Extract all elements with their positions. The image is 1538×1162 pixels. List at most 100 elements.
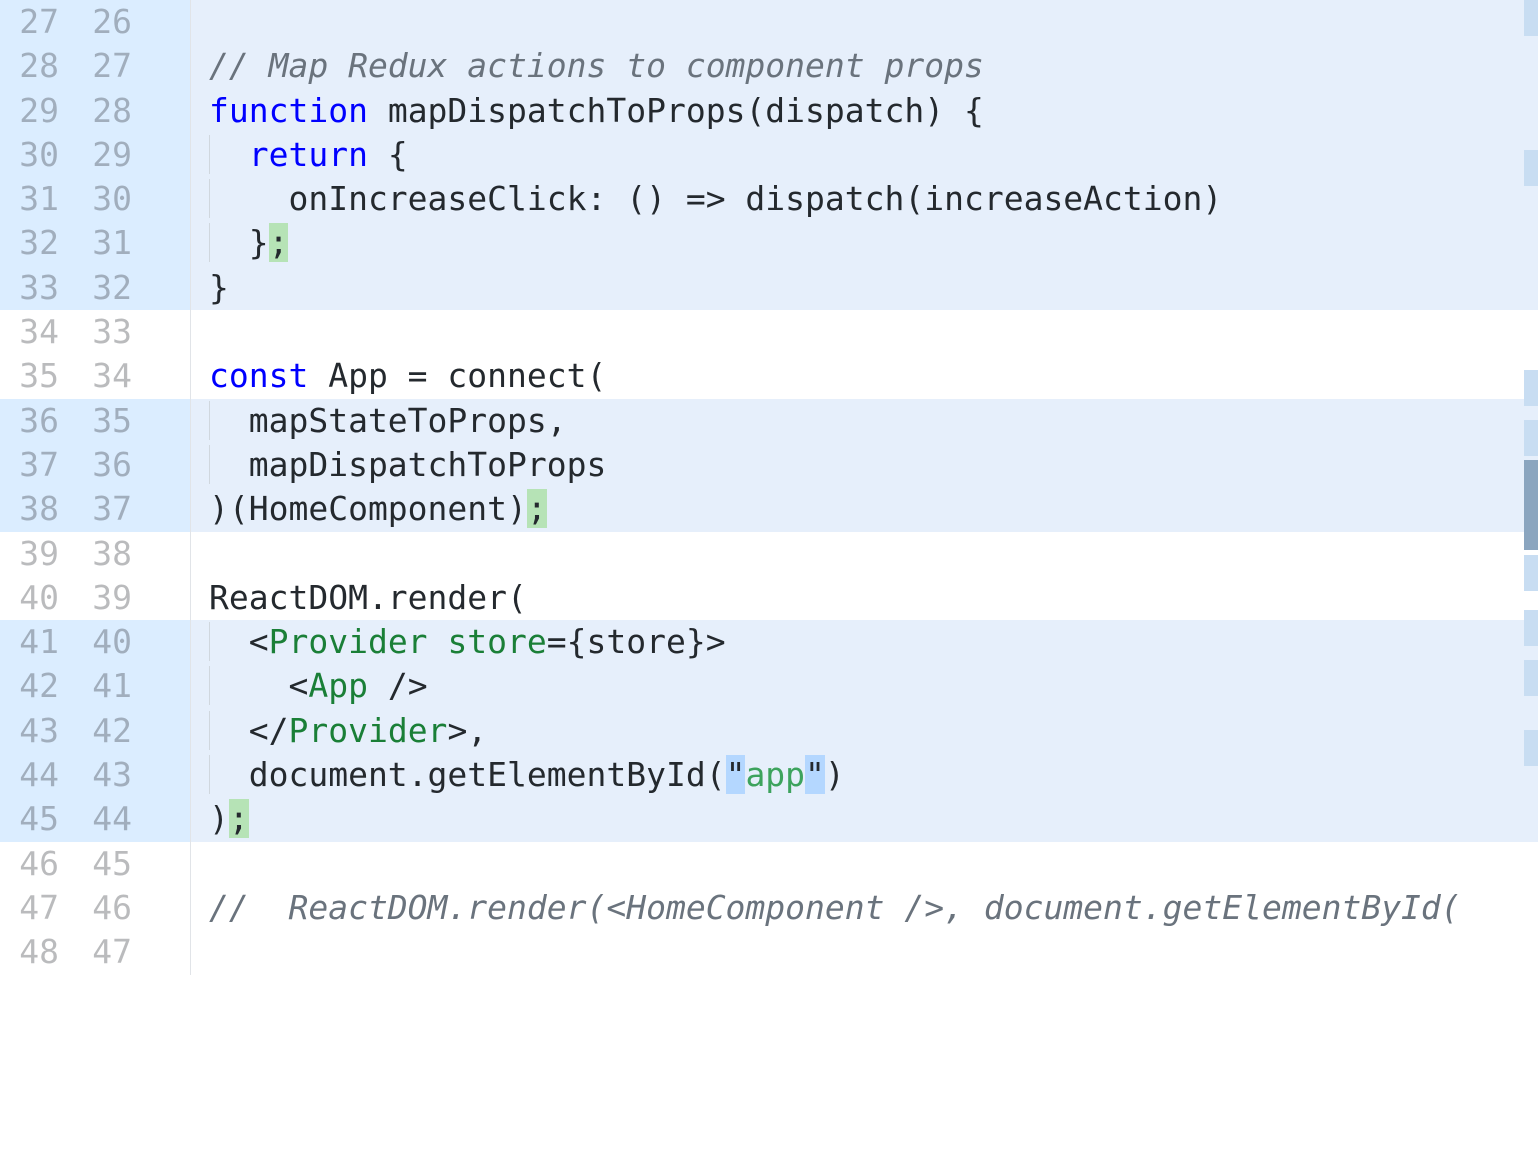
old-line-number: 48 (0, 930, 73, 974)
old-line-number: 30 (0, 133, 73, 177)
code-line: <App /> (209, 666, 428, 705)
gutter-spacer (146, 842, 190, 886)
code-cell[interactable]: ); (190, 797, 1538, 841)
old-line-number: 36 (0, 399, 73, 443)
old-line-number: 28 (0, 44, 73, 88)
code-line: // ReactDOM.render(<HomeComponent />, do… (209, 888, 1461, 927)
new-line-number: 43 (73, 753, 146, 797)
diff-row[interactable]: 3837 )(HomeComponent); (0, 487, 1538, 531)
diff-row[interactable]: 3029 return { (0, 133, 1538, 177)
diff-row[interactable]: 3736 mapDispatchToProps (0, 443, 1538, 487)
code-cell[interactable] (190, 532, 1538, 576)
diff-row[interactable]: 4746// ReactDOM.render(<HomeComponent />… (0, 886, 1538, 930)
code-cell[interactable]: mapDispatchToProps (190, 443, 1538, 487)
diff-row[interactable]: 4342 </Provider>, (0, 709, 1538, 753)
code-token: ReactDOM.render( (209, 578, 527, 617)
code-token: Provider (269, 622, 428, 661)
code-token: document.getElementById( (209, 755, 726, 794)
code-cell[interactable] (190, 310, 1538, 354)
diff-row[interactable]: 3938 (0, 532, 1538, 576)
old-line-number: 38 (0, 487, 73, 531)
minimap-scrollbar[interactable] (1518, 0, 1538, 1162)
old-line-number: 44 (0, 753, 73, 797)
new-line-number: 45 (73, 842, 146, 886)
old-line-number: 27 (0, 0, 73, 44)
code-token: )(HomeComponent) (209, 489, 527, 528)
code-cell[interactable]: document.getElementById("app") (190, 753, 1538, 797)
minimap-change-mark (1524, 370, 1538, 406)
code-line: return { (209, 135, 408, 174)
code-cell[interactable]: return { (190, 133, 1538, 177)
diff-row[interactable]: 3433 (0, 310, 1538, 354)
gutter-spacer (146, 576, 190, 620)
code-cell[interactable]: <App /> (190, 664, 1538, 708)
gutter-spacer (146, 354, 190, 398)
diff-row[interactable]: 4443 document.getElementById("app") (0, 753, 1538, 797)
old-line-number: 42 (0, 664, 73, 708)
code-cell[interactable]: </Provider>, (190, 709, 1538, 753)
diff-row[interactable]: 4039ReactDOM.render( (0, 576, 1538, 620)
diff-view[interactable]: 27262827// Map Redux actions to componen… (0, 0, 1538, 975)
gutter-spacer (146, 620, 190, 664)
new-line-number: 32 (73, 266, 146, 310)
old-line-number: 34 (0, 310, 73, 354)
code-cell[interactable]: // Map Redux actions to component props (190, 44, 1538, 88)
code-cell[interactable]: const App = connect( (190, 354, 1538, 398)
diff-row[interactable]: 4645 (0, 842, 1538, 886)
code-token: /> (368, 666, 428, 705)
diff-row[interactable]: 4140 <Provider store={store}> (0, 620, 1538, 664)
code-cell[interactable]: ReactDOM.render( (190, 576, 1538, 620)
new-line-number: 37 (73, 487, 146, 531)
code-cell[interactable]: function mapDispatchToProps(dispatch) { (190, 89, 1538, 133)
new-line-number: 33 (73, 310, 146, 354)
code-cell[interactable]: )(HomeComponent); (190, 487, 1538, 531)
code-token: ; (527, 489, 547, 528)
code-cell[interactable] (190, 0, 1538, 44)
code-token (209, 135, 249, 174)
old-line-number: 43 (0, 709, 73, 753)
gutter-spacer (146, 753, 190, 797)
code-cell[interactable]: } (190, 266, 1538, 310)
new-line-number: 44 (73, 797, 146, 841)
gutter-spacer (146, 709, 190, 753)
diff-row[interactable]: 2726 (0, 0, 1538, 44)
code-cell[interactable]: // ReactDOM.render(<HomeComponent />, do… (190, 886, 1538, 930)
code-token: ; (229, 799, 249, 838)
diff-row[interactable]: 3534const App = connect( (0, 354, 1538, 398)
diff-row[interactable]: 4241 <App /> (0, 664, 1538, 708)
old-line-number: 41 (0, 620, 73, 664)
diff-row[interactable]: 4544); (0, 797, 1538, 841)
diff-row[interactable]: 2827// Map Redux actions to component pr… (0, 44, 1538, 88)
code-token: mapDispatchToProps(dispatch) { (368, 91, 984, 130)
new-line-number: 31 (73, 221, 146, 265)
code-token: store (447, 622, 546, 661)
diff-row[interactable]: 3332} (0, 266, 1538, 310)
code-cell[interactable] (190, 930, 1538, 974)
code-cell[interactable]: }; (190, 221, 1538, 265)
code-cell[interactable]: <Provider store={store}> (190, 620, 1538, 664)
new-line-number: 47 (73, 930, 146, 974)
diff-row[interactable]: 3231 }; (0, 221, 1538, 265)
gutter-spacer (146, 930, 190, 974)
code-line: ReactDOM.render( (209, 578, 527, 617)
code-token: app (745, 755, 805, 794)
diff-row[interactable]: 2928function mapDispatchToProps(dispatch… (0, 89, 1538, 133)
new-line-number: 34 (73, 354, 146, 398)
code-line: </Provider>, (209, 711, 487, 750)
code-line: <Provider store={store}> (209, 622, 726, 661)
code-cell[interactable] (190, 842, 1538, 886)
diff-row[interactable]: 3635 mapStateToProps, (0, 399, 1538, 443)
old-line-number: 45 (0, 797, 73, 841)
minimap-thumb[interactable] (1524, 460, 1538, 550)
gutter-spacer (146, 266, 190, 310)
code-cell[interactable]: onIncreaseClick: () => dispatch(increase… (190, 177, 1538, 221)
diff-row[interactable]: 4847 (0, 930, 1538, 974)
code-token: " (805, 755, 825, 794)
code-line: document.getElementById("app") (209, 755, 845, 794)
code-token: onIncreaseClick: () => dispatch(increase… (209, 179, 1222, 218)
old-line-number: 46 (0, 842, 73, 886)
code-cell[interactable]: mapStateToProps, (190, 399, 1538, 443)
new-line-number: 46 (73, 886, 146, 930)
diff-row[interactable]: 3130 onIncreaseClick: () => dispatch(inc… (0, 177, 1538, 221)
code-line: function mapDispatchToProps(dispatch) { (209, 91, 984, 130)
